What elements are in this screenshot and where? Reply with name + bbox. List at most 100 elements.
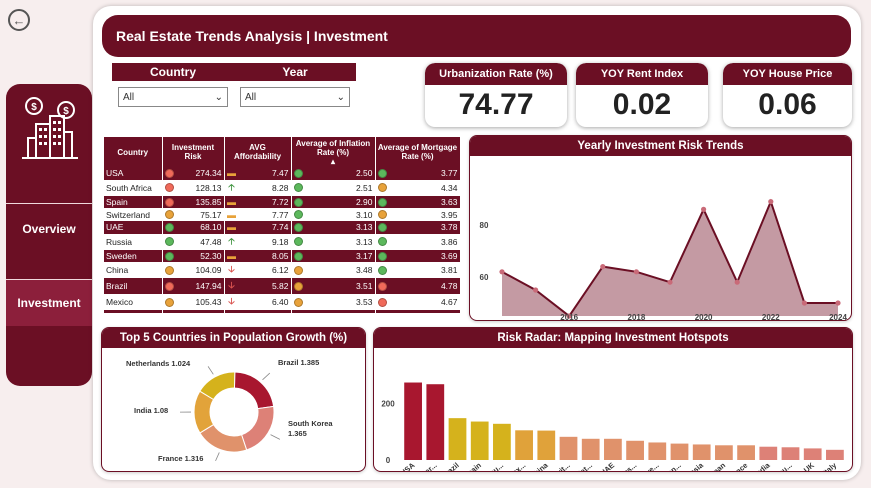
affordability-value: 7.47 xyxy=(271,168,289,179)
table-row[interactable]: Japan46.49🡣6.223.744.02 xyxy=(104,310,460,313)
mortgage-value: 3.81 xyxy=(440,265,458,276)
risk-cell: 274.34 xyxy=(162,167,225,180)
bar[interactable] xyxy=(648,442,667,460)
x-tick-label: Spain xyxy=(462,460,484,472)
bar[interactable] xyxy=(604,438,622,460)
column-header[interactable]: AVG Affordability xyxy=(224,137,292,167)
back-button[interactable]: ← xyxy=(8,9,30,31)
year-dropdown[interactable]: All ⌄ xyxy=(240,87,350,107)
country-cell: Switzerland xyxy=(104,208,163,222)
table-row[interactable]: Sweden 52.30 ▬ 8.05 3.17 3.69 xyxy=(104,249,460,263)
affordability-cell: 🡡 8.28 xyxy=(224,179,292,196)
table-row[interactable]: USA 274.34 ▬ 7.47 2.50 3.77 xyxy=(104,167,460,180)
risk-status-icon xyxy=(164,168,174,178)
donut-slice[interactable] xyxy=(233,371,275,410)
table-row[interactable]: South Africa 128.13 🡡 8.28 2.51 4.34 xyxy=(104,179,460,196)
bar[interactable] xyxy=(559,436,578,460)
bar[interactable] xyxy=(692,444,711,460)
kpi-value: 0.06 xyxy=(758,88,817,121)
chart-title: Top 5 Countries in Population Growth (%) xyxy=(102,328,365,348)
bar-chart-plot: USA Ger... Brazil Spain Sou... Mex... China Swi… xyxy=(381,382,844,472)
inflation-cell: 2.50 xyxy=(291,167,376,180)
bar[interactable] xyxy=(737,445,755,460)
mortgage-status-icon xyxy=(377,265,387,275)
year-slicer: Year All ⌄ xyxy=(234,63,356,113)
data-point[interactable] xyxy=(633,269,639,275)
bar[interactable] xyxy=(803,448,822,460)
data-point[interactable] xyxy=(600,264,606,270)
bar[interactable] xyxy=(426,384,445,460)
bar[interactable] xyxy=(515,430,533,460)
data-point[interactable] xyxy=(499,269,505,275)
data-point[interactable] xyxy=(801,300,807,306)
mortgage-value: 3.78 xyxy=(440,222,458,233)
data-point[interactable] xyxy=(835,300,841,306)
column-header[interactable]: Country xyxy=(104,137,163,167)
table-row[interactable]: Russia 47.48 🡡 9.18 3.13 3.86 xyxy=(104,233,460,250)
risk-value: 68.10 xyxy=(200,222,222,233)
bar[interactable] xyxy=(626,440,644,460)
risk-cell: 46.49 xyxy=(162,310,225,313)
inflation-value: 2.50 xyxy=(355,168,373,179)
x-tick-label: Brazil xyxy=(439,461,460,472)
x-tick-label: USA xyxy=(398,460,416,472)
data-point[interactable] xyxy=(768,199,774,205)
affordability-cell: 🡣 6.40 xyxy=(224,294,292,311)
kpi-yoy-house-price: YOY House Price 0.06 xyxy=(723,63,852,127)
table-row[interactable]: Brazil 147.94 🡣 5.82 3.51 4.78 xyxy=(104,278,460,295)
nav-investment[interactable]: Investment xyxy=(6,280,92,326)
affordability-cell: 🡣 6.12 xyxy=(224,262,292,279)
mortgage-status-icon xyxy=(377,183,387,193)
affordability-value: 7.77 xyxy=(271,209,289,220)
table-row[interactable]: Switzerland 75.17 ▬ 7.77 3.10 3.95 xyxy=(104,208,460,222)
inflation-status-icon xyxy=(293,297,303,307)
risk-status-icon xyxy=(164,251,174,261)
bar[interactable] xyxy=(470,421,489,460)
donut-slice[interactable] xyxy=(240,405,275,451)
mortgage-value: 3.77 xyxy=(440,168,458,179)
page-title: Real Estate Trends Analysis | Investment xyxy=(102,15,851,57)
nav-overview[interactable]: Overview xyxy=(6,204,92,254)
inflation-status-icon xyxy=(293,210,303,220)
chevron-down-icon: ⌄ xyxy=(336,91,345,103)
bar[interactable] xyxy=(715,445,733,460)
mortgage-cell: 3.81 xyxy=(375,262,460,279)
affordability-value: 6.40 xyxy=(271,297,289,308)
bar[interactable] xyxy=(448,418,467,460)
kpi-label: YOY House Price xyxy=(723,63,852,85)
bar[interactable] xyxy=(493,423,511,460)
table-row[interactable]: Spain 135.85 ▬ 7.72 2.90 3.63 xyxy=(104,195,460,209)
data-point[interactable] xyxy=(701,206,707,212)
bar[interactable] xyxy=(781,447,800,460)
data-point[interactable] xyxy=(533,287,539,293)
affordability-cell: ▬ 7.77 xyxy=(224,208,292,222)
year-dropdown-value: All xyxy=(245,91,257,103)
column-header[interactable]: Average of Mortgage Rate (%) xyxy=(375,137,460,167)
bar[interactable] xyxy=(537,430,556,460)
bar[interactable] xyxy=(581,438,600,460)
data-point[interactable] xyxy=(667,279,673,285)
risk-status-icon xyxy=(164,265,174,275)
x-tick-label: France xyxy=(725,461,750,472)
risk-value: 128.13 xyxy=(195,182,222,193)
table-row[interactable]: UAE 68.10 ▬ 7.74 3.13 3.78 xyxy=(104,221,460,234)
table-row[interactable]: China 104.09 🡣 6.12 3.48 3.81 xyxy=(104,262,460,279)
leader-line xyxy=(215,452,220,462)
table-row[interactable]: Mexico 105.43 🡣 6.40 3.53 4.67 xyxy=(104,294,460,311)
y-tick-label: 0 xyxy=(386,456,391,465)
kpi-label: Urbanization Rate (%) xyxy=(425,63,567,85)
column-header[interactable]: Average of Inflation Rate (%) ▴ xyxy=(291,137,376,167)
bar[interactable] xyxy=(670,443,689,460)
area-fill xyxy=(502,201,838,316)
bar[interactable] xyxy=(759,446,778,460)
inflation-status-icon xyxy=(293,281,303,291)
affordability-cell: ▬ 7.47 xyxy=(224,167,292,180)
data-point[interactable] xyxy=(734,279,740,285)
column-header[interactable]: Investment Risk xyxy=(162,137,225,167)
bar[interactable] xyxy=(404,382,422,460)
bar[interactable] xyxy=(826,449,844,460)
x-tick-label: Net... xyxy=(574,461,594,472)
risk-cell: 135.85 xyxy=(162,195,225,209)
chart-title: Yearly Investment Risk Trends xyxy=(470,136,851,156)
country-dropdown[interactable]: All ⌄ xyxy=(118,87,228,107)
